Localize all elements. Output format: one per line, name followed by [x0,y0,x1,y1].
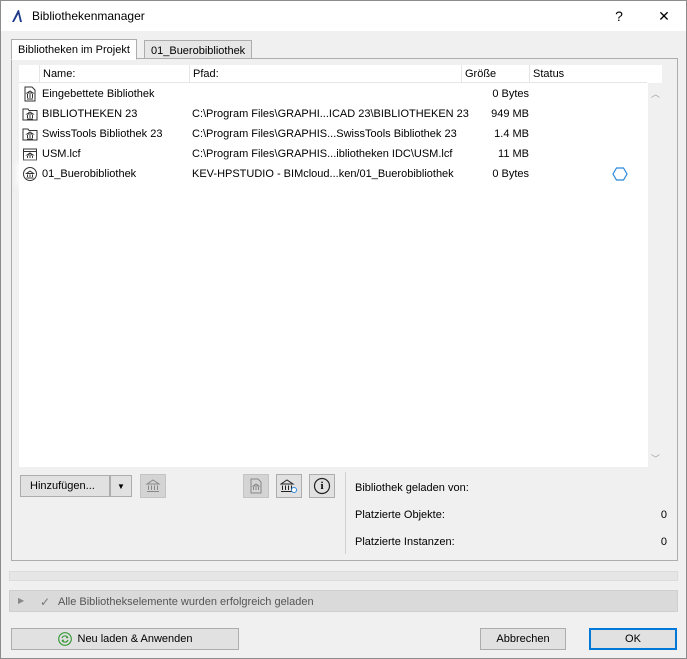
table-row[interactable]: SwissTools Bibliothek 23 C:\Program File… [19,124,647,144]
library-path: C:\Program Files\GRAPHIS...SwissTools Bi… [192,128,457,140]
archicad-app-icon [12,10,22,22]
library-icon [145,479,161,492]
library-name: SwissTools Bibliothek 23 [42,128,163,140]
column-header-name[interactable]: Name: [39,65,189,83]
tab-office-library[interactable]: 01_Buerobibliothek [144,40,253,59]
status-message: Alle Bibliothekselemente wurden erfolgre… [58,596,314,608]
library-name: USM.lcf [42,148,81,160]
library-path: KEV-HPSTUDIO - BIMcloud...ken/01_Buerobi… [192,168,454,180]
tab-libraries-in-project[interactable]: Bibliotheken im Projekt [11,39,137,60]
ok-button[interactable]: OK [589,628,677,650]
add-library-dropdown-button[interactable]: ▼ [110,475,132,497]
library-manager-tools-button[interactable] [276,474,302,498]
add-library-button[interactable]: Hinzufügen... [20,475,110,497]
placed-objects-value: 0 [660,509,667,521]
reload-apply-label: Neu laden & Anwenden [77,633,193,645]
table-row[interactable]: 01_Buerobibliothek KEV-HPSTUDIO - BIMclo… [19,164,647,184]
info-divider [345,472,346,554]
help-button[interactable]: ? [604,4,634,28]
placed-instances-value: 0 [660,536,667,548]
loading-progress-bar [9,571,678,581]
library-name: BIBLIOTHEKEN 23 [42,108,138,120]
library-settings-button[interactable] [140,474,166,498]
library-document-icon [250,478,262,494]
cancel-button[interactable]: Abbrechen [480,628,566,650]
library-list[interactable]: Name: Pfad: Größe Status Eingebettete Bi… [19,65,662,467]
column-header-icon[interactable] [19,65,39,83]
folder-library-icon [22,108,38,121]
info-glyph: i [320,480,324,492]
container-library-icon [23,148,37,161]
table-row[interactable]: USM.lcf C:\Program Files\GRAPHIS...iblio… [19,144,647,164]
column-header-size[interactable]: Größe [461,65,529,83]
table-row[interactable]: Eingebettete Bibliothek 0 Bytes [19,84,647,104]
list-header: Name: Pfad: Größe Status [19,65,647,83]
scroll-up-icon[interactable]: ︿ [651,87,660,100]
loaded-from-label: Bibliothek geladen von: [355,482,469,494]
scroll-down-icon[interactable]: ﹀ [651,452,660,465]
window-title: Bibliothekenmanager [32,9,145,23]
folder-library-icon [22,128,38,141]
hexagon-status-icon [612,167,628,181]
expand-arrow-icon[interactable]: ▶ [18,596,24,605]
column-header-status[interactable]: Status [529,65,629,83]
column-header-path[interactable]: Pfad: [189,65,461,83]
reload-icon [57,632,72,646]
library-path: C:\Program Files\GRAPHIS...ibliotheken I… [192,148,453,160]
close-button[interactable]: ✕ [649,4,679,28]
title-bar: Bibliothekenmanager ? ✕ [1,1,686,31]
library-size: 11 MB [498,148,529,160]
embedded-library-icon [24,86,36,102]
library-name: 01_Buerobibliothek [42,168,137,180]
status-bar: ▶ ✓ Alle Bibliothekselemente wurden erfo… [9,590,678,612]
library-size: 0 Bytes [492,88,529,100]
check-icon: ✓ [40,595,51,609]
library-manager-dialog: Bibliothekenmanager ? ✕ Bibliotheken im … [0,0,687,659]
reload-apply-button[interactable]: Neu laden & Anwenden [11,628,239,650]
placed-objects-label: Platzierte Objekte: [355,509,445,521]
library-path: C:\Program Files\GRAPHI...ICAD 23\BIBLIO… [192,108,469,120]
library-size: 0 Bytes [492,168,529,180]
placed-instances-label: Platzierte Instanzen: [355,536,455,548]
library-name: Eingebettete Bibliothek [42,88,155,100]
info-button[interactable]: i [309,474,335,498]
library-part-button[interactable] [243,474,269,498]
vertical-scrollbar[interactable]: ︿ ﹀ [648,83,662,467]
library-gear-icon [280,479,297,493]
table-row[interactable]: BIBLIOTHEKEN 23 C:\Program Files\GRAPHI.… [19,104,647,124]
tab-panel: Name: Pfad: Größe Status Eingebettete Bi… [11,58,678,561]
bimcloud-library-icon [23,167,37,181]
library-size: 1.4 MB [494,128,529,140]
library-size: 949 MB [491,108,529,120]
